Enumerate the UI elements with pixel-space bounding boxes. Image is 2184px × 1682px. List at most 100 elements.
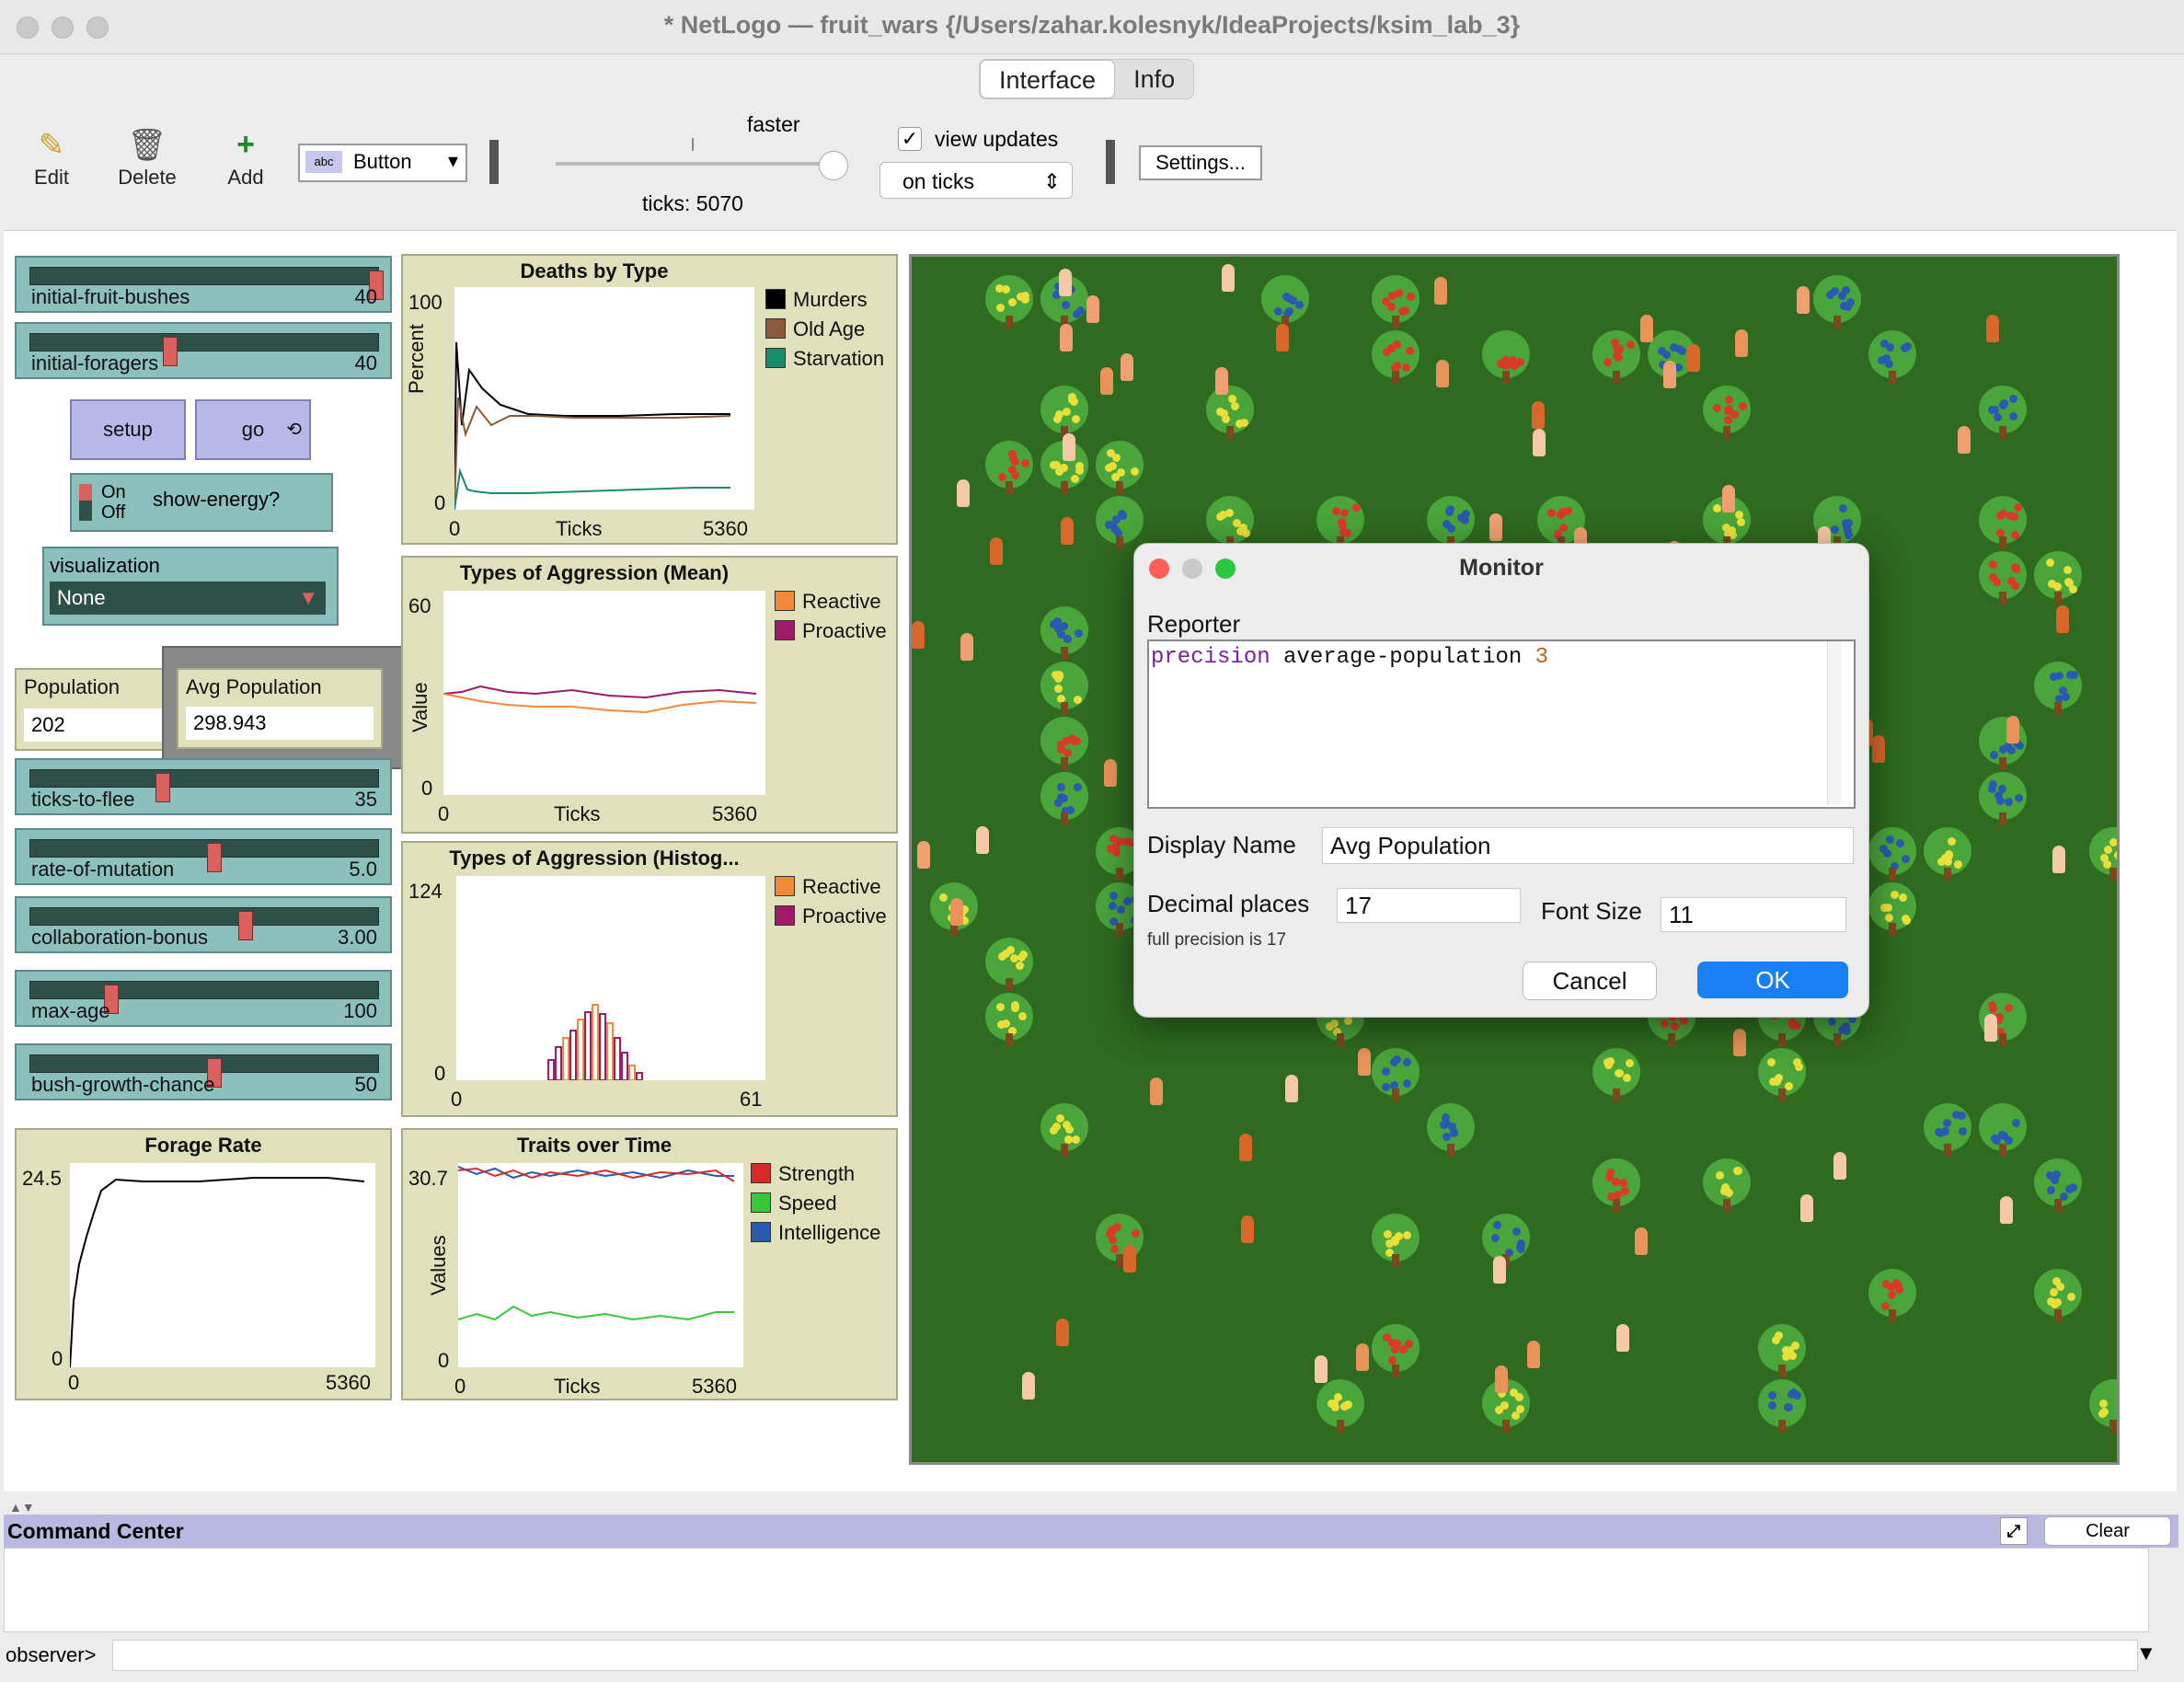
avg-population-monitor[interactable]: Avg Population 298.943 <box>177 668 383 749</box>
slider-rate-of-mutation[interactable]: rate-of-mutation 5.0 <box>15 828 392 885</box>
forager-agent <box>1241 1215 1254 1249</box>
legend-label: Starvation <box>793 347 885 370</box>
view-updates-label: view updates <box>935 127 1059 151</box>
bush-trunk <box>1778 1033 1786 1046</box>
go-button[interactable]: go ⟲ <box>195 399 311 460</box>
resize-arrows-icon[interactable]: ▲▼ <box>9 1500 35 1515</box>
tab-interface[interactable]: Interface <box>980 60 1116 98</box>
edit-button[interactable]: ✎ Edit <box>28 127 75 190</box>
slider-knob[interactable] <box>238 911 253 940</box>
speed-slider-knob[interactable] <box>819 151 848 180</box>
legend-label: Old Age <box>793 317 866 340</box>
observer-prompt[interactable]: observer> <box>6 1643 96 1667</box>
slider-collaboration-bonus[interactable]: collaboration-bonus 3.00 <box>15 896 392 953</box>
slider-knob[interactable] <box>155 773 170 802</box>
population-monitor[interactable]: Population 202 <box>15 668 173 751</box>
slider-initial-foragers[interactable]: initial-foragers 40 <box>15 322 392 379</box>
fruit-dot <box>1830 525 1839 535</box>
setup-button[interactable]: setup <box>70 399 186 460</box>
fruit-dot <box>998 473 1007 482</box>
fruit-dot <box>1500 1400 1510 1410</box>
slider-track[interactable] <box>29 981 379 1014</box>
slider-ticks-to-flee[interactable]: ticks-to-flee 35 <box>15 758 392 815</box>
fruit-dot <box>2010 563 2019 572</box>
fruit-dot <box>1771 1336 1780 1345</box>
switch-knob[interactable] <box>79 484 92 501</box>
fruit-dot <box>1233 518 1242 527</box>
forager-agent <box>1735 329 1748 363</box>
fruit-dot <box>1055 409 1064 419</box>
bush-trunk <box>1116 536 1123 549</box>
reporter-editor[interactable]: precision average-population 3 <box>1147 639 1856 809</box>
settings-button[interactable]: Settings... <box>1139 145 1262 180</box>
view-updates-checkbox[interactable]: ✓ <box>898 127 922 151</box>
slider-value: 5.0 <box>349 858 377 881</box>
fruit-dot <box>1112 453 1121 462</box>
cancel-button[interactable]: Cancel <box>1523 962 1657 1000</box>
update-mode-select[interactable]: on ticks ⇕ <box>879 162 1073 199</box>
fruit-dot <box>1773 1077 1782 1086</box>
bush-trunk <box>1061 481 1068 494</box>
fruit-dot <box>1896 839 1905 848</box>
slider-knob[interactable] <box>163 337 178 366</box>
slider-track[interactable] <box>29 769 379 802</box>
selected-widget-frame[interactable]: Avg Population 298.943 <box>162 646 405 769</box>
add-button[interactable]: + Add <box>221 127 270 190</box>
visualization-chooser[interactable]: visualization None ▼ <box>42 547 339 626</box>
monitor-label: Population <box>24 675 120 698</box>
traits-over-time-plot: Traits over Time 30.7 0 0 Ticks 5360 Val… <box>401 1128 898 1400</box>
fruit-dot <box>1558 508 1568 517</box>
command-output[interactable] <box>4 1548 2149 1632</box>
fruit-dot <box>1343 1017 1352 1026</box>
slider-track[interactable] <box>29 839 379 872</box>
fruit-dot <box>2100 853 2109 862</box>
editor-scrollbar[interactable] <box>1827 641 1841 805</box>
fruit-dot <box>1785 1082 1794 1091</box>
fruit-bush <box>1482 330 1530 384</box>
fruit-bush <box>1372 1214 1420 1267</box>
bush-trunk <box>1006 481 1013 494</box>
monitor-value: 202 <box>24 709 164 742</box>
clear-button[interactable]: Clear <box>2044 1516 2171 1546</box>
forager-agent <box>1239 1134 1252 1167</box>
slider-max-age[interactable]: max-age 100 <box>15 970 392 1027</box>
tab-info[interactable]: Info <box>1115 60 1193 98</box>
fruit-dot <box>1007 298 1017 307</box>
slider-track[interactable] <box>29 907 379 940</box>
delete-button[interactable]: 🗑 Delete <box>114 127 180 190</box>
fruit-dot <box>1512 1227 1522 1236</box>
fruit-dot <box>1669 343 1678 352</box>
forager-agent <box>1722 485 1735 518</box>
show-energy-switch[interactable]: On Off show-energy? <box>70 473 333 532</box>
font-size-field[interactable]: 11 <box>1661 897 1846 932</box>
legend-swatch <box>775 620 795 640</box>
chevron-down-icon[interactable]: ▼ <box>2136 1642 2156 1665</box>
forager-body <box>1958 426 1971 454</box>
speed-slider-track[interactable] <box>556 162 832 166</box>
slider-track[interactable] <box>29 267 384 300</box>
ok-button[interactable]: OK <box>1697 962 1848 998</box>
chooser-dropdown[interactable]: None ▼ <box>50 582 326 615</box>
bush-trunk <box>1999 1144 2006 1157</box>
fruit-dot <box>1331 1402 1340 1411</box>
slider-track[interactable] <box>29 1054 379 1088</box>
widget-type-dropdown[interactable]: abc Button ▾ <box>298 144 467 182</box>
fruit-bush <box>1372 330 1420 384</box>
fruit-dot <box>1885 360 1894 369</box>
dialog-title: Monitor <box>1459 555 1544 581</box>
expand-icon[interactable]: ⤢ <box>2000 1517 2028 1545</box>
slider-label: initial-foragers <box>31 351 159 374</box>
slider-knob[interactable] <box>207 843 222 872</box>
slider-initial-fruit-bushes[interactable]: initial-fruit-bushes 40 <box>15 256 392 313</box>
slider-bush-growth-chance[interactable]: bush-growth-chance 50 <box>15 1043 392 1100</box>
decimal-places-field[interactable]: 17 <box>1337 888 1521 923</box>
display-name-field[interactable]: Avg Population <box>1322 827 1854 864</box>
switch-track[interactable] <box>79 484 92 521</box>
forager-agent <box>1493 1256 1506 1289</box>
command-input[interactable] <box>112 1640 2138 1671</box>
speed-series <box>457 1305 734 1321</box>
slider-track[interactable] <box>29 333 379 366</box>
fruit-dot <box>1603 358 1612 367</box>
forager-body <box>1872 735 1885 763</box>
forager-body <box>1493 1256 1506 1284</box>
